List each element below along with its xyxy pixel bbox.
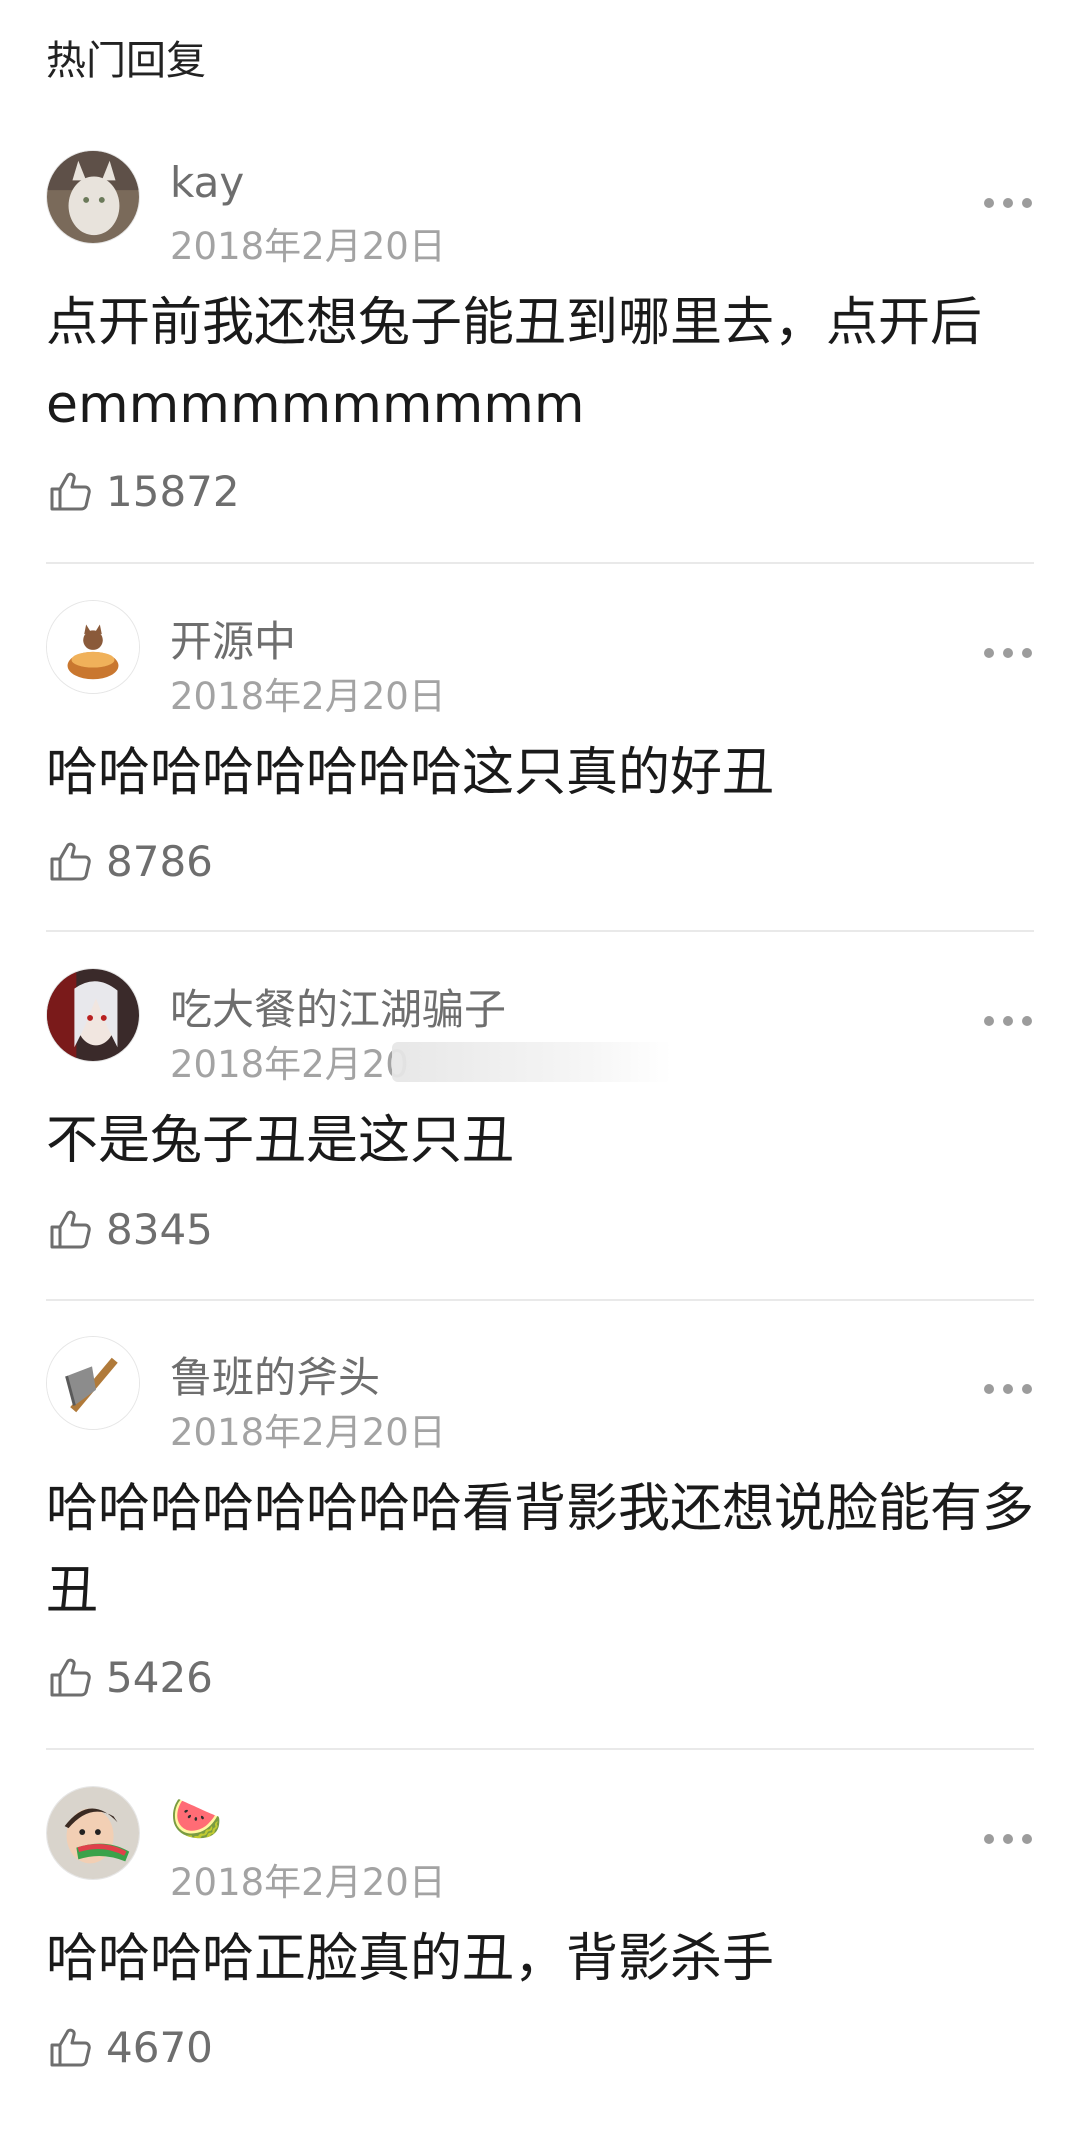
- comment-text: 哈哈哈哈哈哈哈哈看背影我还想说脸能有多丑: [46, 1479, 1035, 1621]
- comment-text: 哈哈哈哈哈哈哈哈这只真的好丑: [46, 743, 775, 803]
- comment-date: 2018年2月20: [170, 1043, 409, 1086]
- comment-text: 不是兔子丑是这只丑: [46, 1111, 515, 1171]
- more-dots-icon[interactable]: [984, 646, 1032, 660]
- like-count: 15872: [106, 466, 240, 516]
- more-dots-icon[interactable]: [984, 1832, 1032, 1846]
- thumbs-up-icon: [50, 2028, 91, 2067]
- section-title: 热门回复: [46, 38, 206, 84]
- comment-text: 点开前我还想兔子能丑到哪里去，点开后emmmmmmmmmm: [46, 293, 983, 435]
- blurred-region: [392, 1042, 672, 1082]
- more-dots-icon[interactable]: [984, 1014, 1032, 1028]
- avatar[interactable]: [46, 968, 140, 1062]
- avatar[interactable]: [46, 1336, 140, 1430]
- comment-date: 2018年2月20日: [170, 225, 446, 268]
- like-button[interactable]: 15872: [48, 466, 240, 516]
- comment-date: 2018年2月20日: [170, 1861, 446, 1904]
- divider: [46, 1299, 1034, 1301]
- thumbs-up-icon: [50, 842, 91, 881]
- username[interactable]: 鲁班的斧头: [170, 1344, 380, 1405]
- like-count: 8345: [106, 1204, 213, 1254]
- divider: [46, 930, 1034, 932]
- avatar[interactable]: [46, 1786, 140, 1880]
- username[interactable]: 吃大餐的江湖骗子: [170, 976, 506, 1037]
- more-dots-icon[interactable]: [984, 1382, 1032, 1396]
- thumbs-up-icon: [50, 472, 91, 511]
- like-button[interactable]: 5426: [48, 1652, 213, 1702]
- comment-text: 哈哈哈哈正脸真的丑，背影杀手: [46, 1929, 775, 1989]
- avatar[interactable]: [46, 150, 140, 244]
- thumbs-up-icon: [50, 1210, 91, 1249]
- like-count: 5426: [106, 1652, 213, 1702]
- comment-date: 2018年2月20日: [170, 675, 446, 718]
- like-button[interactable]: 8786: [48, 836, 213, 886]
- hot-replies-page: 热门回复 kay 2018年2月20日 点开前我还想兔子能丑到哪里去，点开后em…: [0, 0, 1080, 2130]
- comment-date: 2018年2月20日: [170, 1411, 446, 1454]
- username[interactable]: kay: [170, 158, 244, 207]
- like-button[interactable]: 8345: [48, 1204, 213, 1254]
- divider: [46, 562, 1034, 564]
- more-dots-icon[interactable]: [984, 196, 1032, 210]
- username[interactable]: 🍉: [170, 1794, 222, 1844]
- like-count: 8786: [106, 836, 213, 886]
- username[interactable]: 开源中: [170, 608, 296, 669]
- like-count: 4670: [106, 2022, 213, 2072]
- like-button[interactable]: 4670: [48, 2022, 213, 2072]
- thumbs-up-icon: [50, 1658, 91, 1697]
- avatar[interactable]: [46, 600, 140, 694]
- divider: [46, 1748, 1034, 1750]
